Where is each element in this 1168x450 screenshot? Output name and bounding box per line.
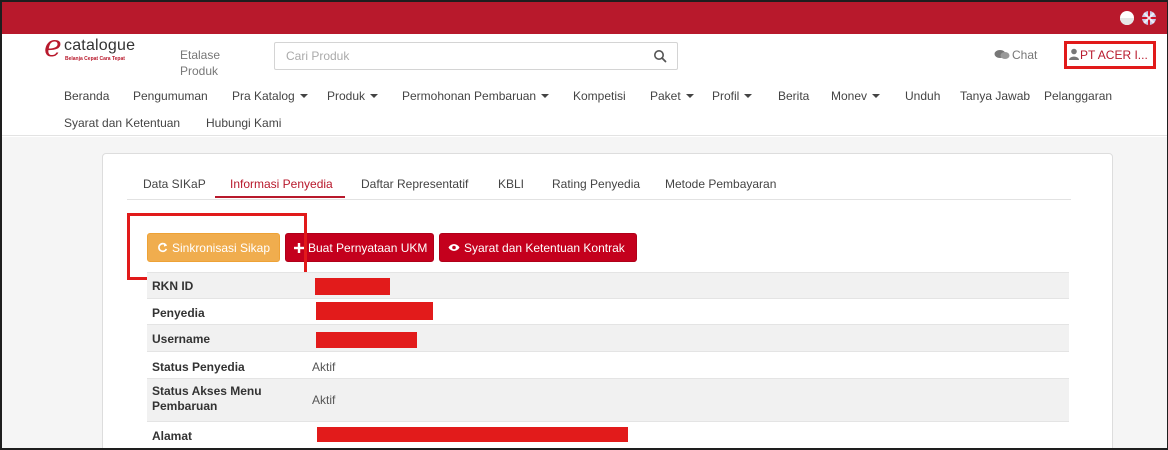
tab-rating-penyedia[interactable]: Rating Penyedia — [552, 177, 640, 191]
redacted-value — [317, 427, 628, 442]
chevron-down-icon — [744, 94, 753, 98]
top-bar — [2, 2, 1167, 34]
search-input[interactable] — [276, 44, 636, 68]
info-row-status-akses-menu: Status Akses Menu Pembaruan Aktif — [147, 378, 1069, 421]
buat-pernyataan-ukm-label: Buat Pernyataan UKM — [308, 240, 428, 255]
tab-informasi-penyedia[interactable]: Informasi Penyedia — [230, 177, 333, 191]
nav-item-tanya-jawab[interactable]: Tanya Jawab — [960, 89, 1030, 103]
chevron-down-icon — [685, 94, 694, 98]
info-value: Aktif — [312, 393, 336, 407]
eye-icon — [448, 244, 460, 251]
account-highlight-box — [1064, 41, 1156, 69]
nav-item-permohonan-pembaruan[interactable]: Permohonan Pembaruan — [402, 89, 550, 103]
nav-item-label: Monev — [831, 89, 868, 103]
logo-word: catalogue — [64, 37, 136, 54]
nav-item-kompetisi[interactable]: Kompetisi — [573, 89, 626, 103]
info-row-rkn-id: RKN ID — [147, 272, 1069, 298]
nav-item-paket[interactable]: Paket — [650, 89, 694, 103]
buat-pernyataan-ukm-button[interactable]: Buat Pernyataan UKM — [285, 233, 434, 262]
info-key: Penyedia — [152, 306, 205, 320]
info-key: Username — [152, 332, 211, 346]
info-row-penyedia: Penyedia — [147, 298, 1069, 324]
nav-item-label: Paket — [650, 89, 681, 103]
logo-tagline: Belanja Cepat Cara Tepat — [65, 56, 125, 62]
nav-item-pra-katalog[interactable]: Pra Katalog — [232, 89, 308, 103]
tab-data-sikap[interactable]: Data SIKaP — [143, 177, 206, 191]
info-key: RKN ID — [152, 279, 194, 293]
active-tab-indicator — [215, 196, 345, 198]
info-key: Alamat — [152, 429, 193, 443]
nav-item-pelanggaran[interactable]: Pelanggaran — [1044, 89, 1112, 103]
nav-item-pengumuman[interactable]: Pengumuman — [133, 89, 208, 103]
nav-item-hubungi-kami[interactable]: Hubungi Kami — [206, 116, 281, 130]
chevron-down-icon — [541, 94, 550, 98]
tab-kbli[interactable]: KBLI — [498, 177, 524, 191]
nav-item-unduh[interactable]: Unduh — [905, 89, 940, 103]
browser-frame: e catalogue Belanja Cepat Cara Tepat Eta… — [0, 0, 1168, 450]
search-box — [274, 42, 678, 70]
nav-item-beranda[interactable]: Beranda — [64, 89, 109, 103]
indonesia-flag-icon[interactable] — [1120, 11, 1134, 25]
main-nav: Beranda Pengumuman Pra Katalog Produk Pe… — [2, 82, 1167, 136]
syarat-ketentuan-kontrak-label: Syarat dan Ketentuan Kontrak — [464, 240, 625, 255]
nav-item-berita[interactable]: Berita — [778, 89, 809, 103]
logo-e-mark: e — [44, 29, 62, 64]
etalase-produk-link[interactable]: Etalase Produk — [180, 47, 240, 79]
tab-daftar-representatif[interactable]: Daftar Representatif — [361, 177, 468, 191]
chat-label: Chat — [1012, 48, 1038, 62]
chevron-down-icon — [299, 94, 308, 98]
nav-item-produk[interactable]: Produk — [327, 89, 379, 103]
nav-item-label: Profil — [712, 89, 740, 103]
nav-item-monev[interactable]: Monev — [831, 89, 881, 103]
chevron-down-icon — [370, 94, 379, 98]
syarat-ketentuan-kontrak-button[interactable]: Syarat dan Ketentuan Kontrak — [439, 233, 637, 262]
nav-item-label: Produk — [327, 89, 366, 103]
chat-icon — [994, 50, 1010, 59]
tabs-divider — [127, 199, 1071, 200]
info-key: Status Penyedia — [152, 360, 245, 374]
redacted-value — [316, 332, 417, 348]
chevron-down-icon — [872, 94, 881, 98]
search-icon[interactable] — [653, 49, 667, 63]
nav-item-profil[interactable]: Profil — [712, 89, 753, 103]
sync-highlight-box — [127, 213, 307, 280]
redacted-value — [316, 302, 433, 320]
info-row-alamat: Alamat — [147, 421, 1069, 448]
uk-flag-icon[interactable] — [1142, 11, 1156, 25]
info-row-status-penyedia: Status Penyedia Aktif — [147, 351, 1069, 378]
tab-metode-pembayaran[interactable]: Metode Pembayaran — [665, 177, 776, 191]
redacted-value — [315, 278, 390, 295]
info-key: Status Akses Menu Pembaruan — [152, 384, 262, 413]
nav-item-label: Permohonan Pembaruan — [402, 89, 537, 103]
nav-item-syarat-dan-ketentuan[interactable]: Syarat dan Ketentuan — [64, 116, 180, 130]
nav-item-label: Pra Katalog — [232, 89, 295, 103]
info-value: Aktif — [312, 360, 336, 374]
info-row-username: Username — [147, 324, 1069, 351]
